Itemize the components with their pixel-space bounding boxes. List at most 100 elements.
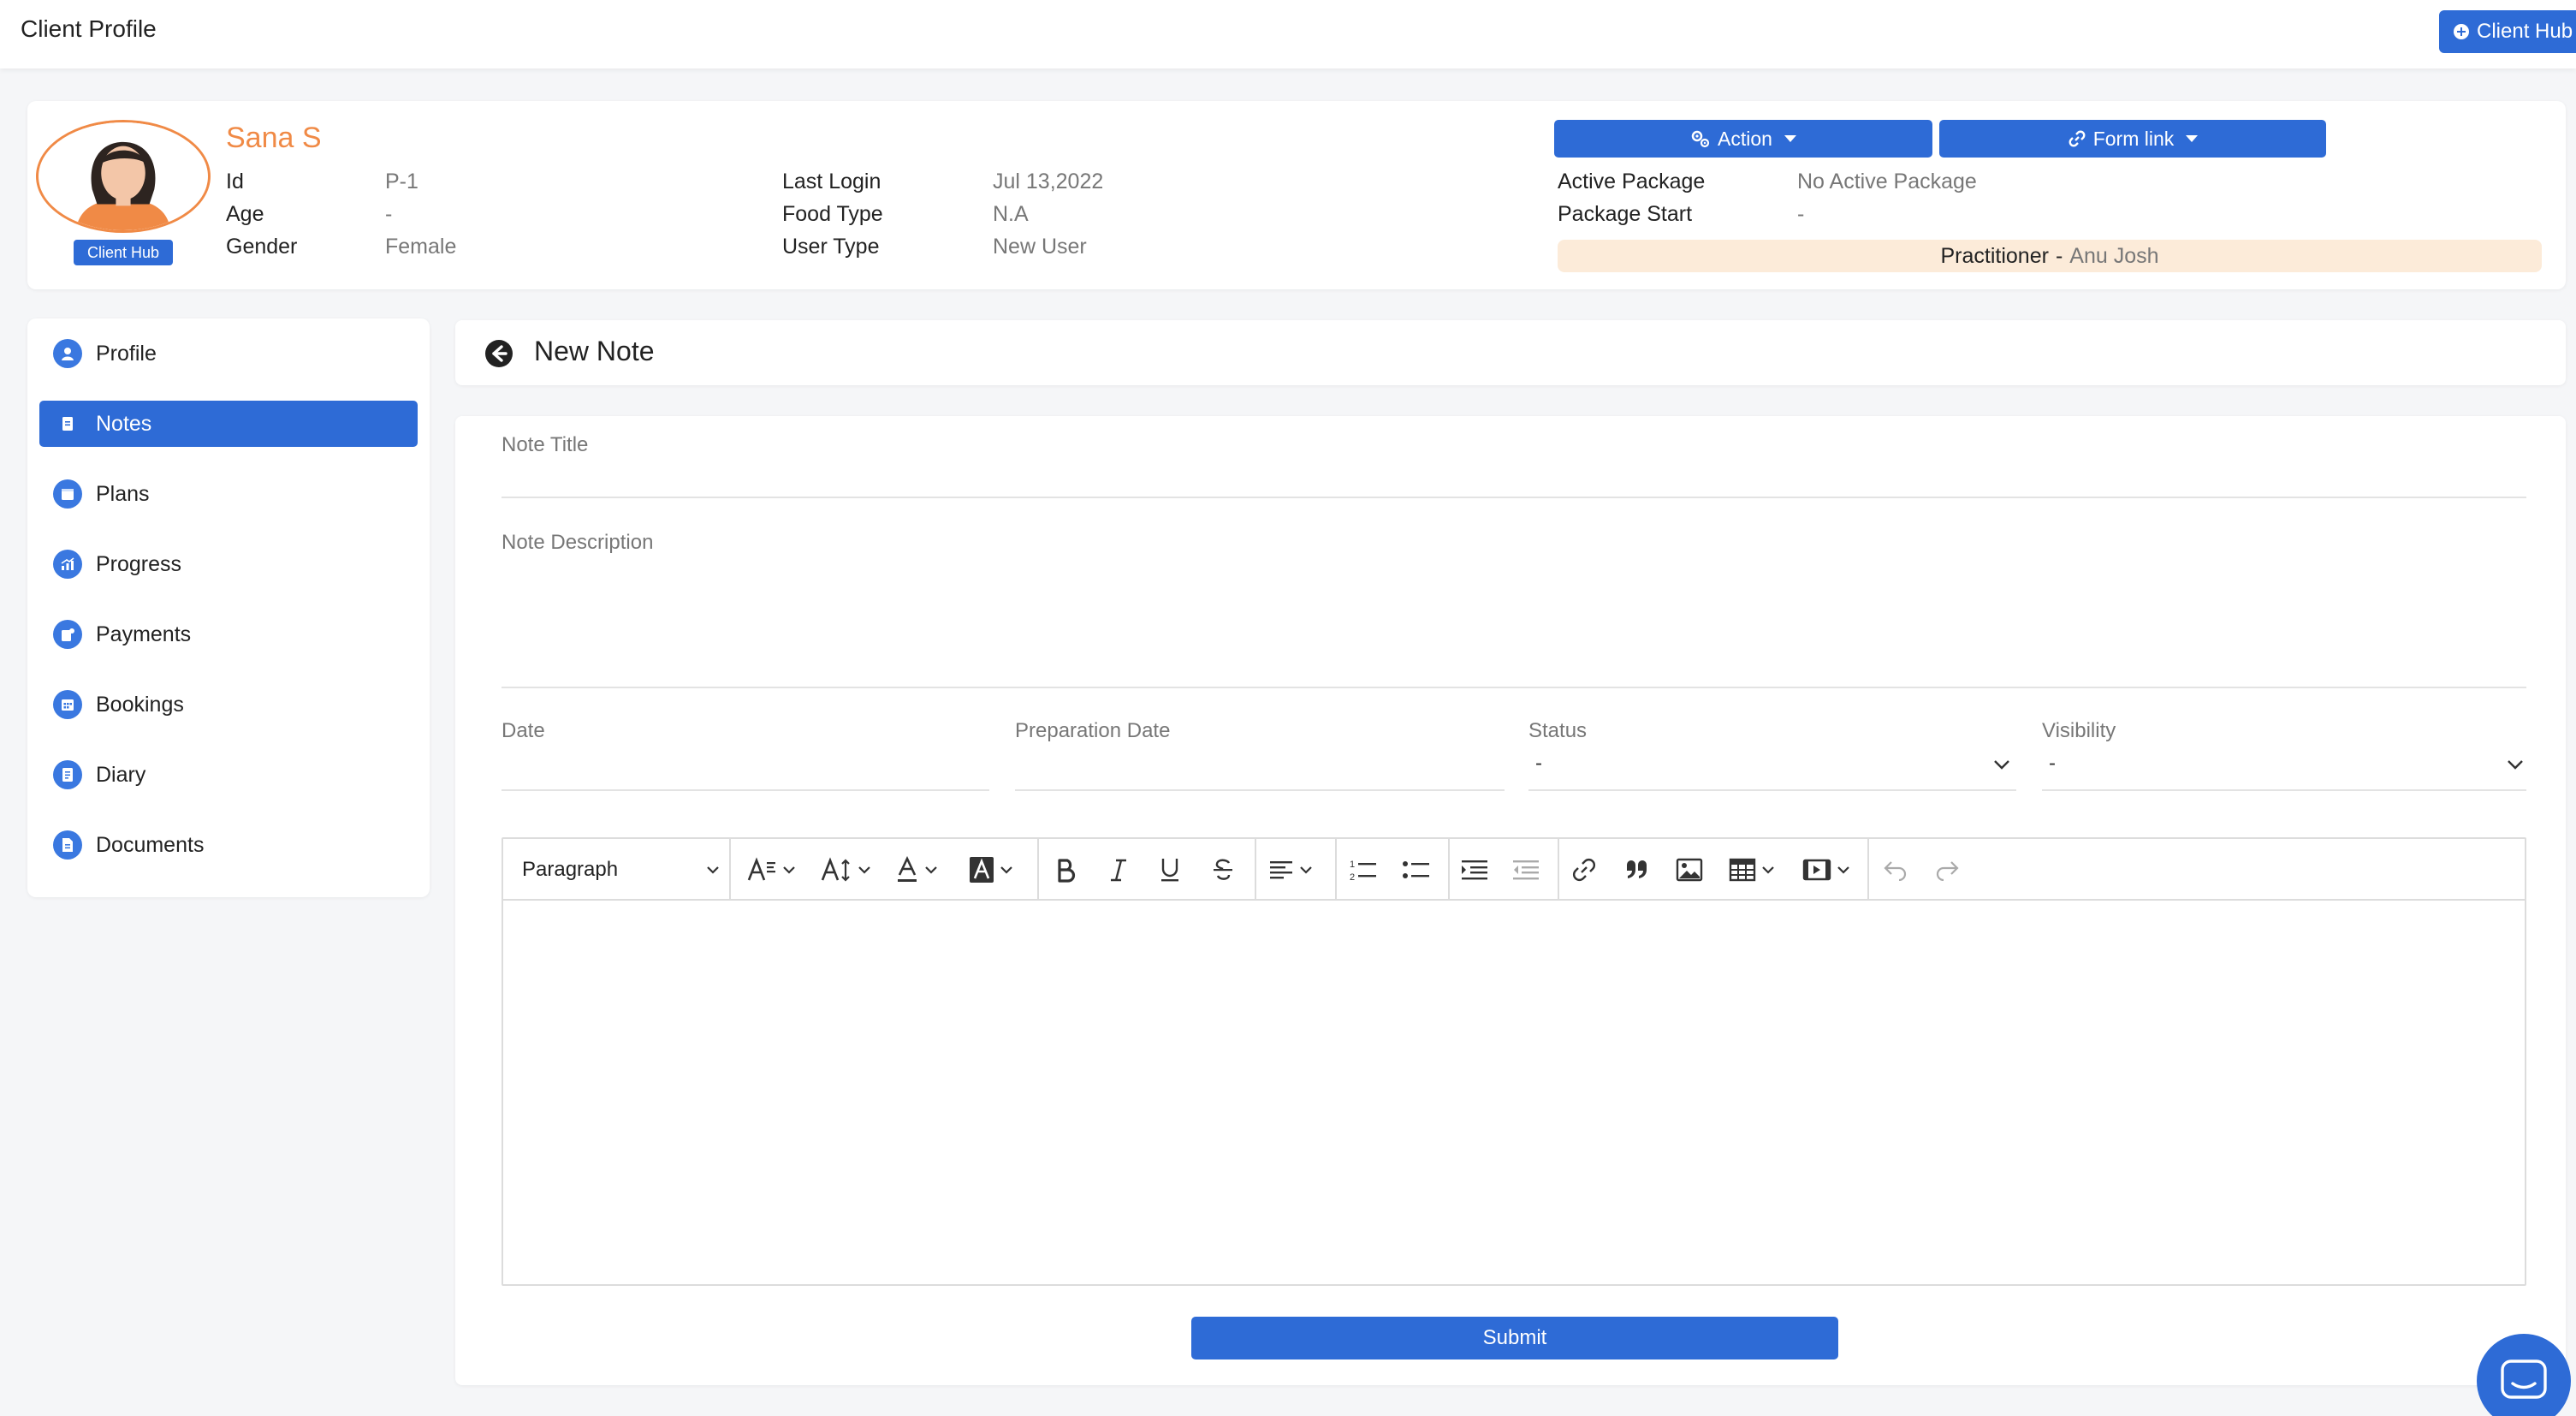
link-icon <box>2069 130 2086 147</box>
status-select[interactable]: - <box>1535 752 1542 776</box>
bulleted-list-icon <box>1403 861 1429 878</box>
avatar-illustration <box>39 122 207 230</box>
visibility-underline <box>2042 789 2526 791</box>
visibility-select[interactable]: - <box>2049 752 2056 776</box>
alignment-button[interactable] <box>1268 851 1313 889</box>
sidebar-item-label: Documents <box>96 832 205 857</box>
sidebar-item-label: Progress <box>96 551 182 576</box>
insert-table-button[interactable] <box>1729 851 1775 889</box>
font-color-button[interactable] <box>895 851 938 889</box>
numbered-list-button[interactable]: 1 2 <box>1349 851 1378 889</box>
food-type-value: N.A <box>993 202 1029 226</box>
svg-text:1: 1 <box>1350 860 1355 870</box>
underline-button[interactable] <box>1157 851 1183 889</box>
outdent-button[interactable] <box>1511 851 1540 889</box>
editor-toolbar: Paragraph 1 2 <box>503 839 2525 901</box>
chevron-down-icon <box>1300 866 1312 874</box>
practitioner-bar: Practitioner - Anu Josh <box>1558 240 2542 272</box>
align-left-icon <box>1270 861 1292 879</box>
font-family-icon <box>747 857 775 881</box>
user-type-value: New User <box>993 235 1087 259</box>
caret-down-icon <box>1784 135 1796 142</box>
practitioner-label: Practitioner <box>1940 243 2049 268</box>
submit-button[interactable]: Submit <box>1191 1317 1838 1359</box>
chevron-down-icon <box>1762 866 1774 874</box>
sidebar-item-progress[interactable]: Progress <box>39 541 418 587</box>
active-package-label: Active Package <box>1558 170 1706 193</box>
chevron-down-icon <box>1837 866 1849 874</box>
strikethrough-icon <box>1214 859 1232 880</box>
insert-link-button[interactable] <box>1571 851 1597 889</box>
documents-icon <box>53 830 82 860</box>
form-link-button-label: Form link <box>2092 127 2175 150</box>
sidebar-item-documents[interactable]: Documents <box>39 822 418 868</box>
age-label: Age <box>226 202 264 226</box>
svg-text:2: 2 <box>1350 872 1355 883</box>
page-title: Client Profile <box>21 15 157 42</box>
form-link-dropdown-button[interactable]: Form link <box>1939 120 2326 158</box>
note-description-label: Note Description <box>502 531 654 554</box>
highlight-color-icon <box>970 857 994 883</box>
sidebar-item-label: Profile <box>96 341 157 366</box>
underline-icon <box>1161 859 1178 882</box>
indent-icon <box>1462 860 1487 880</box>
preparation-date-input[interactable] <box>1015 789 1505 791</box>
undo-button[interactable] <box>1883 851 1908 889</box>
redo-button[interactable] <box>1934 851 1960 889</box>
strikethrough-button[interactable] <box>1210 851 1236 889</box>
blockquote-button[interactable] <box>1624 851 1650 889</box>
sidebar-item-notes[interactable]: Notes <box>39 401 418 447</box>
editor-content-area[interactable] <box>503 902 2525 1284</box>
paragraph-format-select[interactable]: Paragraph <box>522 851 721 889</box>
sidebar-item-profile[interactable]: Profile <box>39 330 418 377</box>
date-label: Date <box>502 719 545 742</box>
background-color-button[interactable] <box>969 851 1013 889</box>
action-button-label: Action <box>1718 127 1772 150</box>
toolbar-divider <box>1255 839 1256 901</box>
italic-button[interactable] <box>1106 851 1131 889</box>
sidebar-item-plans[interactable]: Plans <box>39 471 418 517</box>
bold-button[interactable] <box>1053 851 1078 889</box>
sidebar-item-diary[interactable]: Diary <box>39 752 418 798</box>
new-note-form: Note Title Note Description Date Prepara… <box>455 416 2566 1385</box>
note-description-input[interactable] <box>502 687 2526 688</box>
client-hub-badge[interactable]: Client Hub <box>74 240 173 265</box>
font-family-button[interactable] <box>746 851 796 889</box>
id-value: P-1 <box>385 170 418 193</box>
insert-media-button[interactable] <box>1802 851 1850 889</box>
sidebar-item-label: Payments <box>96 622 192 646</box>
caret-down-icon <box>2186 135 2199 142</box>
action-dropdown-button[interactable]: Action <box>1554 120 1932 158</box>
last-login-label: Last Login <box>782 170 881 193</box>
indent-button[interactable] <box>1460 851 1489 889</box>
date-input[interactable] <box>502 789 989 791</box>
app-root: Client Profile Client Hub Client Hub San… <box>0 0 2576 1416</box>
diary-icon <box>53 760 82 789</box>
progress-icon <box>53 550 82 579</box>
payments-icon <box>53 620 82 649</box>
back-arrow-icon[interactable] <box>484 339 513 368</box>
preparation-date-label: Preparation Date <box>1015 719 1171 742</box>
bulleted-list-button[interactable] <box>1402 851 1431 889</box>
chevron-down-icon <box>925 866 937 874</box>
top-bar: Client Profile Client Hub <box>0 0 2576 68</box>
profile-icon <box>53 339 82 368</box>
chevron-down-icon <box>1994 760 2009 770</box>
redo-icon <box>1936 861 1959 881</box>
insert-image-button[interactable] <box>1676 851 1703 889</box>
age-value: - <box>385 202 393 226</box>
page-heading: New Note <box>534 336 655 366</box>
numbered-list-icon: 1 2 <box>1350 860 1376 883</box>
link-icon <box>1573 859 1595 881</box>
client-profile-card: Client Hub Sana S Id P-1 Age - Gender Fe… <box>27 101 2566 289</box>
sidebar-item-bookings[interactable]: Bookings <box>39 681 418 728</box>
note-title-input[interactable] <box>502 497 2526 498</box>
client-hub-button[interactable]: Client Hub <box>2439 10 2576 53</box>
plans-icon <box>53 479 82 509</box>
practitioner-name: Anu Josh <box>2069 243 2159 268</box>
table-icon <box>1729 858 1756 882</box>
font-size-button[interactable] <box>820 851 871 889</box>
chat-icon <box>2501 1359 2547 1399</box>
quote-icon <box>1627 860 1647 878</box>
sidebar-item-payments[interactable]: Payments <box>39 611 418 657</box>
